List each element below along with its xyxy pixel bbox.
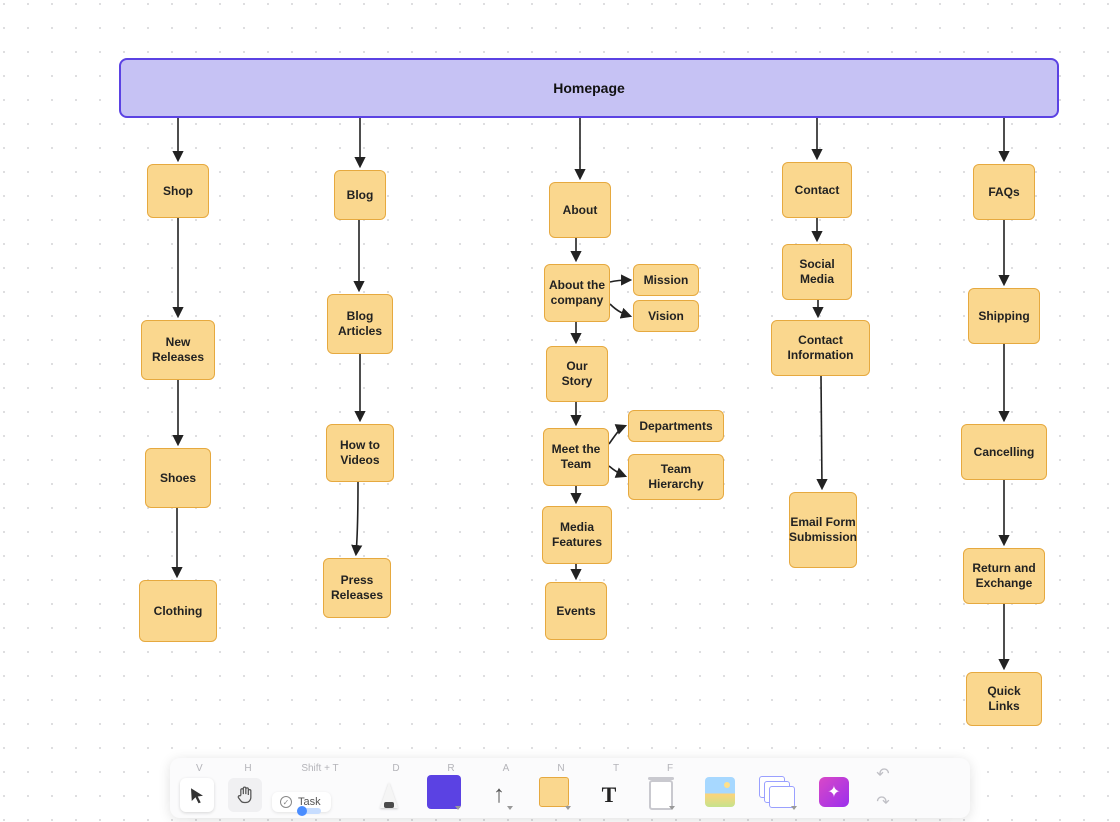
node-label: Homepage xyxy=(553,80,625,96)
node-label: Social Media xyxy=(787,257,847,287)
node-clothing[interactable]: Clothing xyxy=(139,580,217,642)
node-meet-team[interactable]: Meet the Team xyxy=(543,428,609,486)
frame-tool-button[interactable] xyxy=(644,778,678,812)
ai-assist-button[interactable]: ✦ xyxy=(814,772,854,812)
shortcut-label: T xyxy=(613,763,619,774)
node-shoes[interactable]: Shoes xyxy=(145,448,211,508)
chevron-down-icon xyxy=(565,806,571,810)
node-label: Return and Exchange xyxy=(968,561,1040,591)
task-tool-button[interactable]: ✓ Task xyxy=(272,792,331,812)
chevron-down-icon xyxy=(791,806,797,810)
node-label: Contact xyxy=(795,183,840,198)
undo-button[interactable]: ↶ xyxy=(872,763,894,785)
node-label: Meet the Team xyxy=(548,442,604,472)
node-label: About the company xyxy=(549,278,605,308)
node-label: FAQs xyxy=(988,185,1019,200)
node-label: Our Story xyxy=(551,359,603,389)
pen-icon xyxy=(380,782,398,808)
node-label: Shop xyxy=(163,184,193,199)
node-label: Press Releases xyxy=(328,573,386,603)
node-our-story[interactable]: Our Story xyxy=(546,346,608,402)
templates-button[interactable] xyxy=(754,772,800,812)
shortcut-label: Shift + T xyxy=(301,763,338,774)
diagram-connectors xyxy=(0,0,1120,822)
node-label: Events xyxy=(556,604,595,619)
chevron-down-icon xyxy=(455,806,461,810)
square-icon xyxy=(427,775,461,809)
node-press-releases[interactable]: Press Releases xyxy=(323,558,391,618)
node-events[interactable]: Events xyxy=(545,582,607,640)
toolbar: V H Shift + T ✓ Task D R A ↑ xyxy=(170,758,970,818)
text-tool-button[interactable]: T xyxy=(592,778,626,812)
shortcut-label: A xyxy=(503,763,510,774)
pen-tool-button[interactable] xyxy=(372,778,406,812)
sticky-tool-button[interactable] xyxy=(534,772,574,812)
undo-icon: ↶ xyxy=(876,764,889,784)
node-faqs[interactable]: FAQs xyxy=(973,164,1035,220)
node-vision[interactable]: Vision xyxy=(633,300,699,332)
node-label: New Releases xyxy=(146,335,210,365)
chevron-down-icon xyxy=(669,806,675,810)
node-return-exchange[interactable]: Return and Exchange xyxy=(963,548,1045,604)
redo-button[interactable]: ↷ xyxy=(872,791,894,813)
redo-icon: ↷ xyxy=(876,792,889,812)
node-quick-links[interactable]: Quick Links xyxy=(966,672,1042,726)
shortcut-label: H xyxy=(244,763,251,774)
node-label: Vision xyxy=(648,309,684,324)
shortcut-label: V xyxy=(196,763,203,774)
node-label: Blog xyxy=(347,188,374,203)
node-shipping[interactable]: Shipping xyxy=(968,288,1040,344)
cursor-icon xyxy=(188,786,206,804)
hand-icon xyxy=(235,785,255,805)
node-label: Media Features xyxy=(547,520,607,550)
shape-tool-button[interactable] xyxy=(424,772,464,812)
node-label: How to Videos xyxy=(331,438,389,468)
node-label: Clothing xyxy=(154,604,203,619)
node-email-form[interactable]: Email Form Submission xyxy=(789,492,857,568)
node-label: Cancelling xyxy=(974,445,1035,460)
node-label: Shoes xyxy=(160,471,196,486)
node-media-features[interactable]: Media Features xyxy=(542,506,612,564)
node-how-to-videos[interactable]: How to Videos xyxy=(326,424,394,482)
node-label: Team Hierarchy xyxy=(633,462,719,492)
node-team-hierarchy[interactable]: Team Hierarchy xyxy=(628,454,724,500)
arrow-up-icon: ↑ xyxy=(493,781,505,809)
node-about-company[interactable]: About the company xyxy=(544,264,610,322)
check-circle-icon: ✓ xyxy=(280,796,292,808)
node-new-releases[interactable]: New Releases xyxy=(141,320,215,380)
toggle-icon xyxy=(297,808,321,814)
sparkle-icon: ✦ xyxy=(819,777,849,807)
node-contact-info[interactable]: Contact Information xyxy=(771,320,870,376)
node-label: Quick Links xyxy=(971,684,1037,714)
node-label: Email Form Submission xyxy=(789,515,857,545)
hand-tool-button[interactable] xyxy=(228,778,262,812)
image-tool-button[interactable] xyxy=(700,772,740,812)
node-homepage[interactable]: Homepage xyxy=(119,58,1059,118)
node-label: About xyxy=(563,203,598,218)
node-about[interactable]: About xyxy=(549,182,611,238)
node-label: Contact Information xyxy=(776,333,865,363)
select-tool-button[interactable] xyxy=(180,778,214,812)
node-shop[interactable]: Shop xyxy=(147,164,209,218)
chevron-down-icon xyxy=(507,806,513,810)
node-label: Shipping xyxy=(978,309,1029,324)
node-label: Blog Articles xyxy=(332,309,388,339)
node-blog-articles[interactable]: Blog Articles xyxy=(327,294,393,354)
image-icon xyxy=(705,777,735,807)
shortcut-label: D xyxy=(392,763,399,774)
arrow-tool-button[interactable]: ↑ xyxy=(482,778,516,812)
node-label: Departments xyxy=(639,419,712,434)
node-contact[interactable]: Contact xyxy=(782,162,852,218)
text-icon: T xyxy=(602,782,617,808)
node-social-media[interactable]: Social Media xyxy=(782,244,852,300)
sticky-note-icon xyxy=(539,777,569,807)
node-label: Mission xyxy=(644,273,689,288)
node-cancelling[interactable]: Cancelling xyxy=(961,424,1047,480)
templates-icon xyxy=(759,776,795,808)
shortcut-label: F xyxy=(667,763,673,774)
node-mission[interactable]: Mission xyxy=(633,264,699,296)
node-blog[interactable]: Blog xyxy=(334,170,386,220)
node-departments[interactable]: Departments xyxy=(628,410,724,442)
